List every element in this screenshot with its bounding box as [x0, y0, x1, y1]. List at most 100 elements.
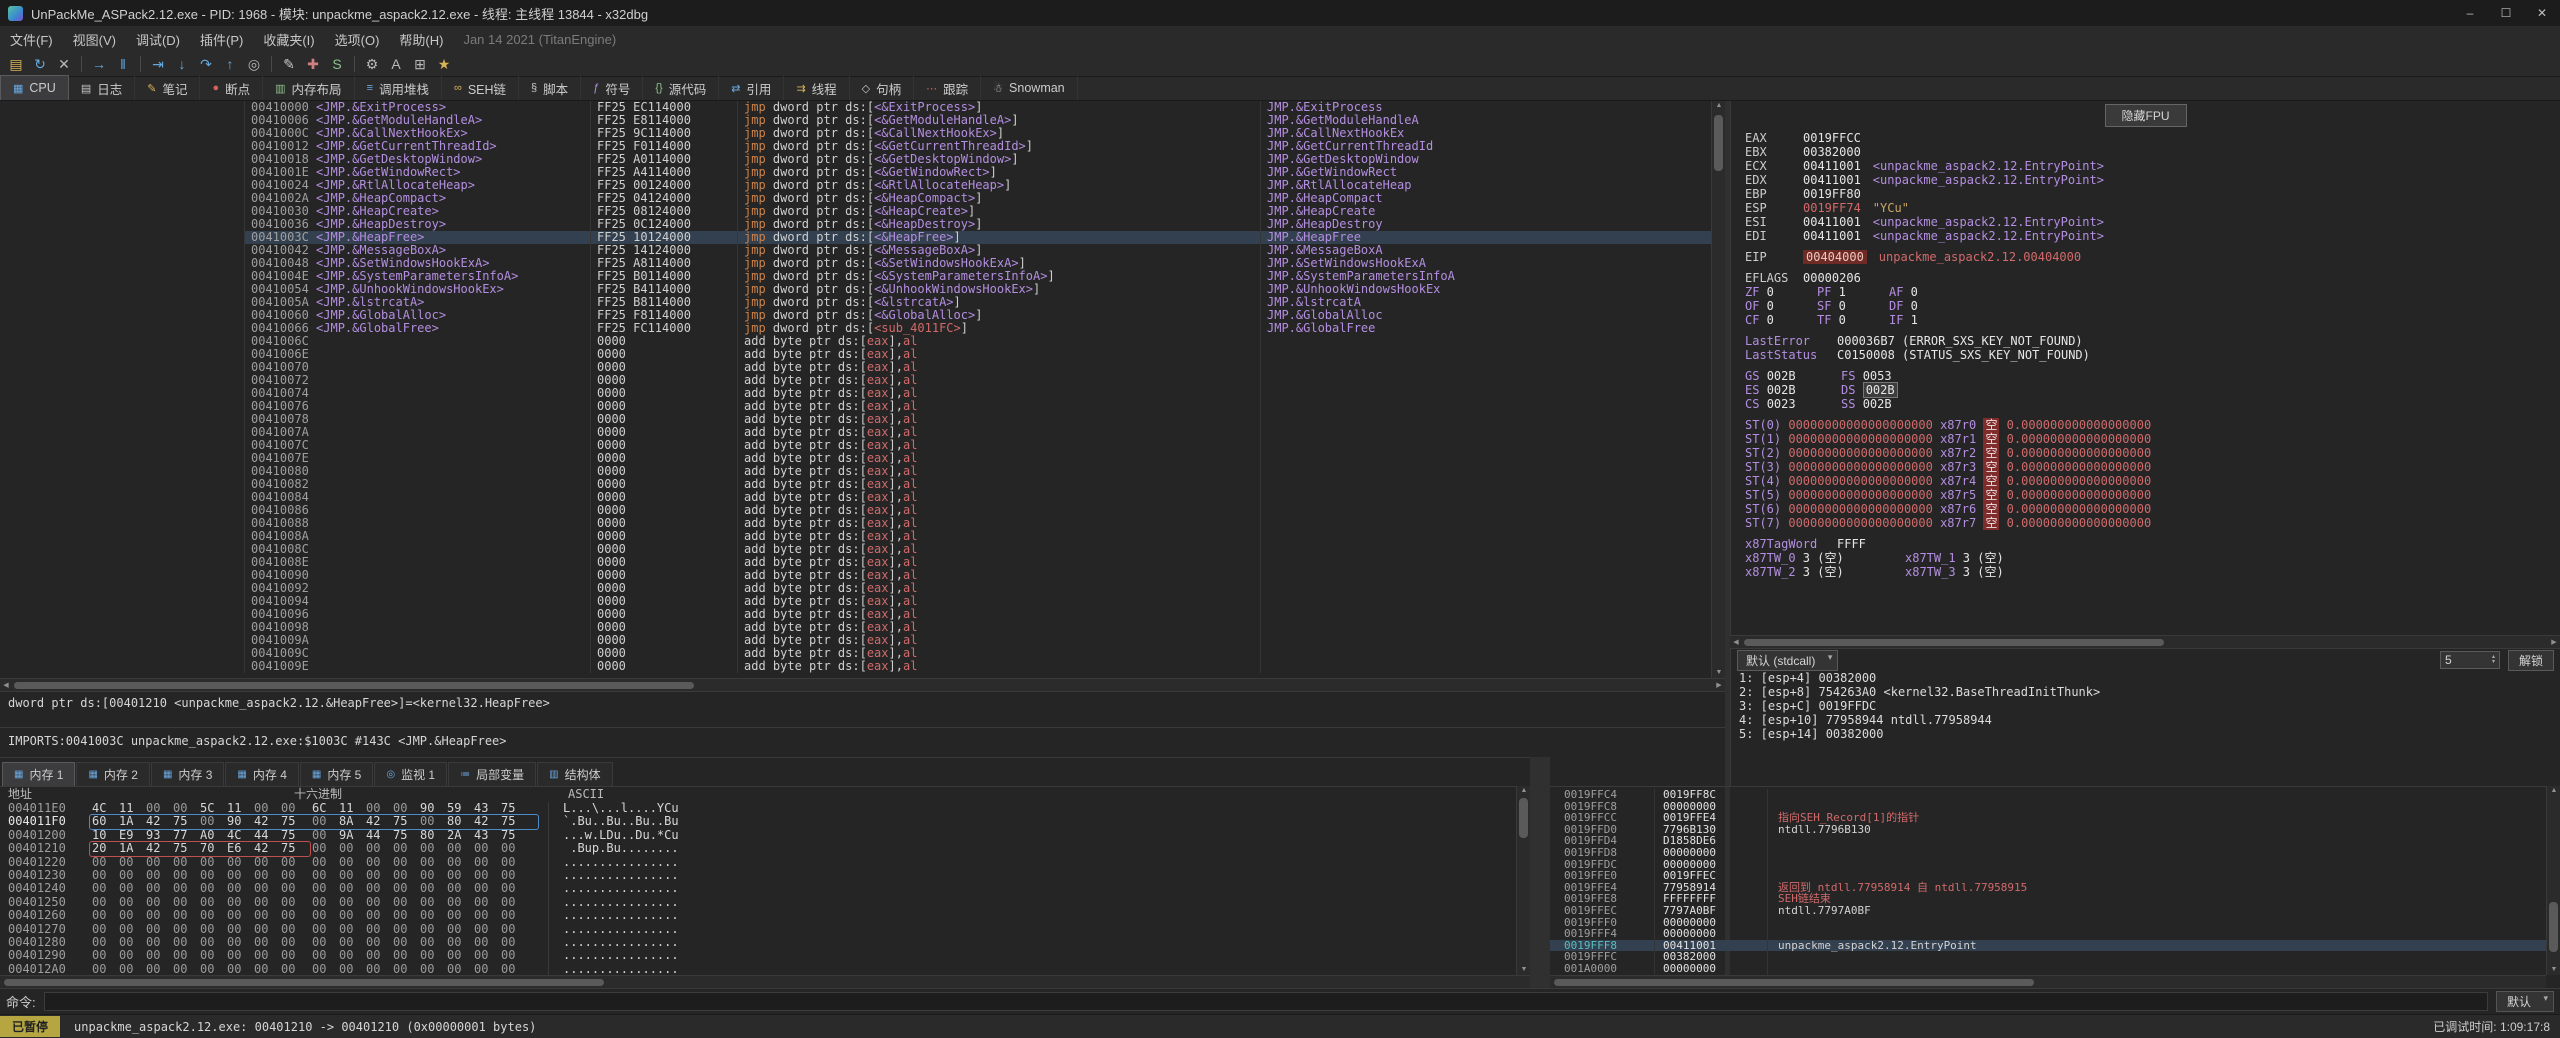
- argument-row[interactable]: 1: [esp+4] 00382000: [1731, 671, 2560, 685]
- font-icon[interactable]: A: [385, 54, 407, 74]
- disasm-row[interactable]: 00410012 <JMP.&GetCurrentThreadId>FF25 F…: [0, 140, 1711, 153]
- scroll-up-arrow[interactable]: ▲: [2547, 786, 2560, 796]
- segment-cs[interactable]: CS 0023: [1745, 397, 1841, 411]
- run-to-user-code-icon[interactable]: ⇥: [147, 54, 169, 74]
- scrollbar-thumb[interactable]: [2549, 902, 2558, 952]
- disasm-row[interactable]: 00410060 <JMP.&GlobalAlloc>FF25 F8114000…: [0, 309, 1711, 322]
- bottom-splitter[interactable]: [1530, 757, 1550, 988]
- disasm-row[interactable]: 00410036 <JMP.&HeapDestroy>FF25 0C124000…: [0, 218, 1711, 231]
- tab-cpu[interactable]: ▦CPU: [0, 75, 69, 100]
- disasm-row[interactable]: 004100780000add byte ptr ds:[eax],al: [0, 413, 1711, 426]
- disasm-row[interactable]: 0041009A0000add byte ptr ds:[eax],al: [0, 634, 1711, 647]
- scrollbar-thumb[interactable]: [4, 979, 604, 986]
- unlock-button[interactable]: 解锁: [2508, 650, 2554, 671]
- disasm-row[interactable]: 0041001E <JMP.&GetWindowRect>FF25 A41140…: [0, 166, 1711, 179]
- settings-icon[interactable]: ⚙: [361, 54, 383, 74]
- dump-row[interactable]: 0040123000000000000000000000000000000000…: [0, 869, 1516, 882]
- register-eip[interactable]: EIP00404000unpackme_aspack2.12.00404000: [1745, 250, 2556, 264]
- disasm-row[interactable]: 004100700000add byte ptr ds:[eax],al: [0, 361, 1711, 374]
- disasm-row[interactable]: 0041002A <JMP.&HeapCompact>FF25 04124000…: [0, 192, 1711, 205]
- spinner-arrows-icon[interactable]: ▴▾: [2492, 655, 2495, 665]
- dump-tab-dump-5[interactable]: ▦内存 5: [300, 762, 373, 786]
- dump-row[interactable]: 0040128000000000000000000000000000000000…: [0, 936, 1516, 949]
- disasm-row[interactable]: 00410024 <JMP.&RtlAllocateHeap>FF25 0012…: [0, 179, 1711, 192]
- scroll-down-arrow[interactable]: ▼: [2547, 965, 2560, 975]
- register-esp[interactable]: ESP0019FF74"YCu": [1745, 201, 2556, 215]
- tab-threads[interactable]: ⇉线程: [784, 76, 849, 100]
- argument-row[interactable]: 2: [esp+8] 754263A0 <kernel32.BaseThread…: [1731, 685, 2560, 699]
- dump-vscrollbar[interactable]: ▲ ▼: [1516, 786, 1530, 975]
- scrollbar-thumb[interactable]: [1714, 115, 1723, 171]
- register-ebx[interactable]: EBX00382000: [1745, 145, 2556, 159]
- disasm-row[interactable]: 0041000C <JMP.&CallNextHookEx>FF25 9C114…: [0, 127, 1711, 140]
- dump-hscrollbar[interactable]: [0, 975, 1530, 988]
- flag-tf[interactable]: TF 0: [1817, 313, 1889, 327]
- disasm-row[interactable]: 0041007C0000add byte ptr ds:[eax],al: [0, 439, 1711, 452]
- hide-fpu-button[interactable]: 隐藏FPU: [2104, 104, 2186, 127]
- registers-hscrollbar[interactable]: ◀ ▶: [1730, 635, 2560, 648]
- disasm-row[interactable]: 00410042 <JMP.&MessageBoxA>FF25 14124000…: [0, 244, 1711, 257]
- tab-snowman[interactable]: ☃Snowman: [981, 76, 1077, 100]
- scrollbar-thumb[interactable]: [1554, 979, 2034, 986]
- command-input[interactable]: [44, 992, 2488, 1011]
- register-ecx[interactable]: ECX00411001<unpackme_aspack2.12.EntryPoi…: [1745, 159, 2556, 173]
- segment-fs[interactable]: FS 0053: [1841, 369, 1937, 383]
- stack-vscrollbar[interactable]: ▲ ▼: [2546, 786, 2560, 975]
- scroll-down-arrow[interactable]: ▼: [1517, 965, 1531, 975]
- disasm-row[interactable]: 0041004E <JMP.&SystemParametersInfoA>FF2…: [0, 270, 1711, 283]
- tab-call-stack[interactable]: ≡调用堆栈: [355, 76, 442, 100]
- disasm-row[interactable]: 00410000 <JMP.&ExitProcess>FF25 EC114000…: [0, 101, 1711, 114]
- disasm-row[interactable]: 0041009C0000add byte ptr ds:[eax],al: [0, 647, 1711, 660]
- disasm-row[interactable]: 0041006C0000add byte ptr ds:[eax],al: [0, 335, 1711, 348]
- stack-row[interactable]: 0019FFC40019FF8C: [1550, 789, 2546, 801]
- disasm-row[interactable]: 00410030 <JMP.&HeapCreate>FF25 08124000j…: [0, 205, 1711, 218]
- show-eip-icon[interactable]: ◎: [243, 54, 265, 74]
- disasm-row[interactable]: 0041007A0000add byte ptr ds:[eax],al: [0, 426, 1711, 439]
- register-eflags[interactable]: EFLAGS00000206: [1745, 271, 2556, 285]
- calling-convention-select[interactable]: 默认 (stdcall)▾: [1737, 650, 1838, 671]
- register-st4[interactable]: ST(4) 00000000000000000000 x87r4 空 0.000…: [1745, 474, 2556, 488]
- register-st7[interactable]: ST(7) 00000000000000000000 x87r7 空 0.000…: [1745, 516, 2556, 530]
- disasm-row[interactable]: 0041003C <JMP.&HeapFree>FF25 10124000jmp…: [0, 231, 1711, 244]
- menu-file[interactable]: 文件(F): [0, 30, 63, 49]
- disasm-row[interactable]: 004100920000add byte ptr ds:[eax],al: [0, 582, 1711, 595]
- dump-row[interactable]: 0040124000000000000000000000000000000000…: [0, 882, 1516, 895]
- tab-source[interactable]: {}源代码: [643, 76, 719, 100]
- disasm-row[interactable]: 00410054 <JMP.&UnhookWindowsHookEx>FF25 …: [0, 283, 1711, 296]
- step-over-icon[interactable]: ↷: [195, 54, 217, 74]
- segment-ss[interactable]: SS 002B: [1841, 397, 1937, 411]
- scrollbar-thumb[interactable]: [14, 682, 694, 689]
- register-st6[interactable]: ST(6) 00000000000000000000 x87r6 空 0.000…: [1745, 502, 2556, 516]
- disasm-row[interactable]: 00410048 <JMP.&SetWindowsHookExA>FF25 A8…: [0, 257, 1711, 270]
- disassembly-hscrollbar[interactable]: ◀ ▶: [0, 678, 1725, 691]
- stack-row[interactable]: 001A000000000000: [1550, 963, 2546, 975]
- disasm-row[interactable]: 004100840000add byte ptr ds:[eax],al: [0, 491, 1711, 504]
- pause-icon[interactable]: ‖: [112, 54, 134, 74]
- disasm-row[interactable]: 004100860000add byte ptr ds:[eax],al: [0, 504, 1711, 517]
- register-eax[interactable]: EAX0019FFCC: [1745, 131, 2556, 145]
- menu-debug[interactable]: 调试(D): [126, 30, 190, 49]
- dump-row[interactable]: 0040129000000000000000000000000000000000…: [0, 949, 1516, 962]
- dump-tab-dump-1[interactable]: ▦内存 1: [2, 762, 75, 786]
- tab-handles[interactable]: ◇句柄: [850, 76, 914, 100]
- segment-es[interactable]: ES 002B: [1745, 383, 1841, 397]
- restart-icon[interactable]: ↻: [29, 54, 51, 74]
- segment-ds[interactable]: DS 002B: [1841, 383, 1937, 397]
- dump-row[interactable]: 0040120010E99377A04C4475009A4475802A4375…: [0, 829, 1516, 842]
- scroll-down-arrow[interactable]: ▼: [1712, 668, 1726, 678]
- disasm-row[interactable]: 004100720000add byte ptr ds:[eax],al: [0, 374, 1711, 387]
- dump-row[interactable]: 004011F0601A427500904275008A427500804275…: [0, 815, 1516, 828]
- disasm-row[interactable]: 004100880000add byte ptr ds:[eax],al: [0, 517, 1711, 530]
- tab-breakpoints[interactable]: ●断点: [200, 76, 263, 100]
- register-edx[interactable]: EDX00411001<unpackme_aspack2.12.EntryPoi…: [1745, 173, 2556, 187]
- menu-favourites[interactable]: 收藏夹(I): [253, 30, 324, 49]
- disassembly-pane[interactable]: 00410000 <JMP.&ExitProcess>FF25 EC114000…: [0, 101, 1711, 678]
- dump-row[interactable]: 004012A000000000000000000000000000000000…: [0, 963, 1516, 975]
- disasm-row[interactable]: 0041008E0000add byte ptr ds:[eax],al: [0, 556, 1711, 569]
- disasm-row[interactable]: 0041008A0000add byte ptr ds:[eax],al: [0, 530, 1711, 543]
- patches-icon[interactable]: ✚: [302, 54, 324, 74]
- disasm-row[interactable]: 0041006E0000add byte ptr ds:[eax],al: [0, 348, 1711, 361]
- argument-row[interactable]: 3: [esp+C] 0019FFDC: [1731, 699, 2560, 713]
- dump-tab-watch-1[interactable]: ◎监视 1: [374, 762, 447, 786]
- stack-row[interactable]: 0019FFD800000000: [1550, 847, 2546, 859]
